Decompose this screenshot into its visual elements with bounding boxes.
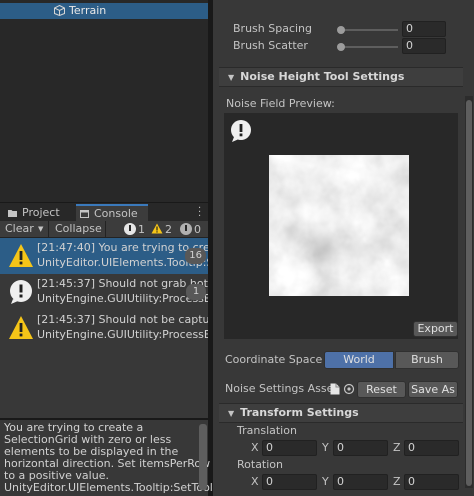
tab-console[interactable]: Console <box>76 204 148 222</box>
tab-project-label: Project <box>22 206 60 219</box>
console-toolbar: Clear ▼ Collapse 1 2 0 <box>0 221 208 238</box>
noise-preview-label: Noise Field Preview: <box>226 97 335 110</box>
hierarchy-item-label: Terrain <box>69 4 107 17</box>
object-picker-icon[interactable] <box>343 383 355 395</box>
error-count: 0 <box>194 223 201 236</box>
noise-settings-title: Noise Height Tool Settings <box>240 70 405 83</box>
inspector-scrollbar-thumb[interactable] <box>466 100 472 486</box>
export-button[interactable]: Export <box>413 321 458 337</box>
info-icon <box>10 280 32 304</box>
console-log-list: [21:47:40] You are trying to create a Un… <box>0 238 208 418</box>
brush-scatter-field[interactable]: 0 <box>402 38 446 54</box>
log-entry-message: [21:47:40] You are trying to create a <box>37 241 208 254</box>
brush-space-button[interactable]: Brush <box>395 351 459 369</box>
folder-icon <box>8 210 17 217</box>
error-filter-toggle[interactable]: 0 <box>180 222 201 237</box>
world-space-button[interactable]: World <box>324 351 394 369</box>
log-count-badge: 1 <box>186 284 206 300</box>
bottom-tab-bar: Project Console · · · <box>0 202 208 222</box>
brush-scatter-slider-handle[interactable] <box>337 43 345 51</box>
log-entry-stacktrace: UnityEditor.UIElements.Tooltip:SetT <box>37 256 208 269</box>
translation-x-field[interactable]: 0 <box>262 440 317 456</box>
log-entry[interactable]: [21:47:40] You are trying to create a Un… <box>0 238 208 274</box>
log-entry[interactable]: [21:45:37] Should not grab hot cont Unit… <box>0 274 208 310</box>
gameobject-cube-icon <box>54 5 65 16</box>
tab-project[interactable]: Project <box>4 204 74 222</box>
console-detail-pane: You are trying to create a SelectionGrid… <box>0 420 213 496</box>
transform-settings-title: Transform Settings <box>240 406 359 419</box>
translation-x-axis-label: X <box>251 441 259 454</box>
rotation-label: Rotation <box>237 458 284 471</box>
info-filter-toggle[interactable]: 1 <box>124 222 145 237</box>
noise-settings-foldout[interactable]: ▼ Noise Height Tool Settings <box>219 67 463 87</box>
translation-z-axis-label: Z <box>393 441 401 454</box>
log-entry-stacktrace: UnityEngine.GUIUtility:ProcessEvent <box>37 292 208 305</box>
noise-preview-image <box>269 155 409 296</box>
warning-icon <box>151 223 163 234</box>
warning-icon <box>9 316 33 339</box>
warning-filter-toggle[interactable]: 2 <box>151 222 172 237</box>
clear-options-chevron-down-icon[interactable]: ▼ <box>38 221 43 237</box>
detail-line: UnityEditor.UIElements.Tooltip:SetTool <box>4 481 213 494</box>
log-count-badge: 16 <box>185 248 206 264</box>
rotation-z-axis-label: Z <box>393 475 401 488</box>
translation-y-axis-label: Y <box>322 441 329 454</box>
translation-y-field[interactable]: 0 <box>333 440 388 456</box>
log-entry-message: [21:45:37] Should not be capturing <box>37 313 208 326</box>
log-entry[interactable]: [21:45:37] Should not be capturing Unity… <box>0 310 208 346</box>
clear-button[interactable]: Clear <box>5 221 34 237</box>
tab-console-label: Console <box>94 207 138 220</box>
translation-label: Translation <box>237 424 297 437</box>
rotation-x-axis-label: X <box>251 475 259 488</box>
rotation-y-field[interactable]: 0 <box>333 474 388 490</box>
log-entry-message: [21:45:37] Should not grab hot cont <box>37 277 208 290</box>
reset-button[interactable]: Reset <box>357 381 406 398</box>
info-count: 1 <box>138 223 145 236</box>
tab-options-menu-icon[interactable]: · · · <box>198 204 204 222</box>
warning-count: 2 <box>165 223 172 236</box>
brush-spacing-label: Brush Spacing <box>233 22 313 35</box>
brush-spacing-slider[interactable] <box>340 29 398 31</box>
noise-settings-asset-label: Noise Settings Asset <box>225 382 338 395</box>
asset-file-icon <box>330 383 340 395</box>
coordinate-space-label: Coordinate Space <box>225 353 323 366</box>
rotation-z-field[interactable]: 0 <box>404 474 459 490</box>
warning-icon <box>9 244 33 267</box>
brush-spacing-slider-handle[interactable] <box>337 26 345 34</box>
foldout-expanded-icon: ▼ <box>228 409 235 418</box>
brush-scatter-label: Brush Scatter <box>233 39 308 52</box>
log-entry-stacktrace: UnityEngine.GUIUtility:ProcessEvent <box>37 328 208 341</box>
rotation-y-axis-label: Y <box>322 475 329 488</box>
transform-settings-foldout[interactable]: ▼ Transform Settings <box>219 403 463 423</box>
foldout-expanded-icon: ▼ <box>228 73 235 82</box>
rotation-x-field[interactable]: 0 <box>262 474 317 490</box>
hierarchy-panel: Terrain <box>0 0 208 202</box>
brush-scatter-slider[interactable] <box>340 46 398 48</box>
console-icon <box>80 210 89 218</box>
collapse-toggle[interactable]: Collapse <box>48 221 106 237</box>
brush-spacing-field[interactable]: 0 <box>402 21 446 37</box>
detail-scrollbar[interactable] <box>199 424 207 490</box>
hierarchy-item-terrain[interactable]: Terrain <box>0 3 208 19</box>
save-as-button[interactable]: Save As <box>408 381 458 398</box>
info-icon <box>124 223 136 235</box>
info-bubble-icon <box>231 120 251 142</box>
noise-preview-area <box>224 113 458 339</box>
error-icon <box>180 223 192 235</box>
translation-z-field[interactable]: 0 <box>404 440 459 456</box>
